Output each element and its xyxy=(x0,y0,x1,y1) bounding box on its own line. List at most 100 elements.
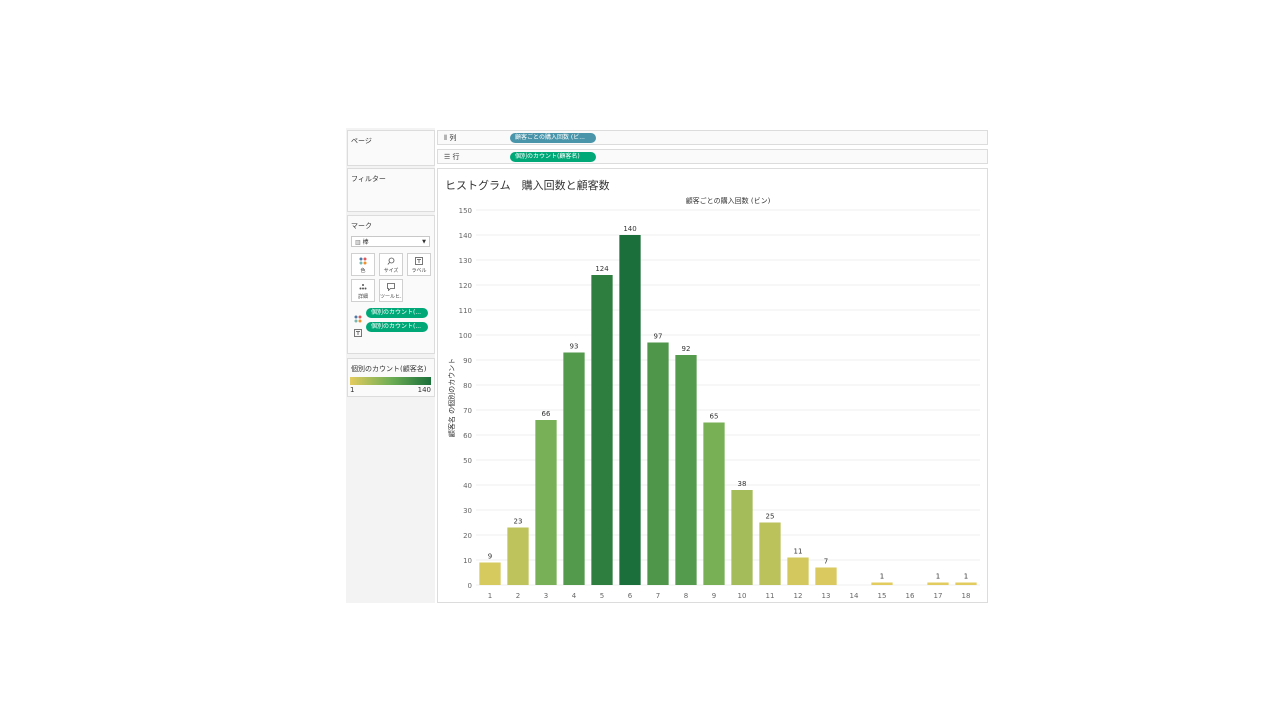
marks-title: マーク xyxy=(351,222,372,230)
y-tick-label: 40 xyxy=(463,482,472,490)
x-tick-label-8: 8 xyxy=(684,592,688,600)
chart-title: 顧客ごとの購入回数 (ビン) xyxy=(686,196,771,205)
x-tick-label-11: 11 xyxy=(766,592,775,600)
data-label-11: 25 xyxy=(766,513,775,521)
rows-pill[interactable]: 個別のカウント(顧客名) xyxy=(510,152,596,162)
y-tick-label: 60 xyxy=(463,432,472,440)
bar-17 xyxy=(927,582,949,585)
data-label-13: 7 xyxy=(824,558,828,566)
bar-13 xyxy=(815,567,837,585)
x-tick-label-5: 5 xyxy=(600,592,604,600)
y-tick-label: 10 xyxy=(463,557,472,565)
data-label-15: 1 xyxy=(880,573,884,581)
size-button[interactable]: サイズ xyxy=(379,253,403,276)
size-icon xyxy=(380,257,402,267)
x-tick-label-6: 6 xyxy=(628,592,633,600)
x-tick-label-7: 7 xyxy=(656,592,660,600)
x-tick-label-16: 16 xyxy=(906,592,915,600)
rows-shelf-label: 行 xyxy=(452,153,460,161)
data-label-18: 1 xyxy=(964,573,968,581)
x-tick-label-4: 4 xyxy=(572,592,577,600)
x-tick-label-17: 17 xyxy=(934,592,943,600)
mark-type-label: 棒 xyxy=(362,239,369,246)
color-button-label: 色 xyxy=(360,268,366,274)
columns-shelf-label: 列 xyxy=(449,134,457,142)
columns-icon: ⦀ xyxy=(444,134,448,142)
data-label-2: 23 xyxy=(514,518,523,526)
y-axis-label: 顧客名 の個別のカウント xyxy=(447,358,456,437)
y-tick-label: 100 xyxy=(459,332,472,340)
bar-8 xyxy=(675,355,697,585)
data-label-10: 38 xyxy=(738,480,747,488)
data-label-4: 93 xyxy=(570,343,579,351)
marks-card: マーク ▥ 棒 ▼ 色 サイズ ラベル 詳細 ツールヒ. 個別のカウント(...… xyxy=(347,215,435,354)
y-tick-label: 110 xyxy=(459,307,472,315)
label-icon xyxy=(354,322,362,341)
x-tick-label-15: 15 xyxy=(878,592,887,600)
bar-3 xyxy=(535,420,557,585)
bar-15 xyxy=(871,582,893,585)
bar-18 xyxy=(955,582,977,585)
bar-6 xyxy=(619,235,641,585)
y-tick-label: 120 xyxy=(459,282,472,290)
chart-view: ヒストグラム 購入回数と顧客数 0 10 20 30 40 50 60 70 80 90 100 11… xyxy=(437,168,988,603)
filters-card[interactable]: フィルター xyxy=(347,168,435,212)
marks-field-label[interactable]: 個別のカウント(... xyxy=(366,322,428,332)
label-button-label: ラベル xyxy=(411,268,427,274)
y-tick-label: 50 xyxy=(463,457,472,465)
x-tick-label-2: 2 xyxy=(516,592,520,600)
label-icon xyxy=(408,257,430,267)
tooltip-button[interactable]: ツールヒ... xyxy=(379,279,403,302)
bar-9 xyxy=(703,422,725,585)
bar-7 xyxy=(647,342,669,585)
label-button[interactable]: ラベル xyxy=(407,253,431,276)
tooltip-button-label: ツールヒ... xyxy=(380,294,402,300)
y-tick-label: 130 xyxy=(459,257,472,265)
legend-color-ramp xyxy=(350,377,431,385)
columns-pill[interactable]: 顧客ごとの購入回数 (ビ... xyxy=(510,133,596,143)
legend-title: 個別のカウント(顧客名) xyxy=(351,365,427,373)
y-tick-label: 20 xyxy=(463,532,472,540)
pages-title: ページ xyxy=(351,137,372,145)
data-label-7: 97 xyxy=(654,333,663,341)
x-tick-label-13: 13 xyxy=(822,592,831,600)
bar-5 xyxy=(591,275,613,585)
data-label-9: 65 xyxy=(710,413,719,421)
y-tick-label: 150 xyxy=(459,207,472,215)
x-tick-label-3: 3 xyxy=(544,592,548,600)
y-tick-label: 30 xyxy=(463,507,472,515)
data-label-1: 9 xyxy=(488,553,492,561)
bar-1 xyxy=(479,562,501,585)
columns-shelf[interactable]: ⦀ 列 顧客ごとの購入回数 (ビ... xyxy=(437,130,988,145)
tooltip-icon xyxy=(380,283,402,293)
x-tick-label-9: 9 xyxy=(712,592,716,600)
legend-max-label: 140 xyxy=(417,386,431,394)
marks-field-color[interactable]: 個別のカウント(... xyxy=(366,308,428,318)
mark-type-dropdown[interactable]: ▥ 棒 ▼ xyxy=(351,236,430,247)
color-dots-icon xyxy=(352,257,374,267)
chevron-down-icon: ▼ xyxy=(422,239,426,245)
pages-card[interactable]: ページ xyxy=(347,130,435,166)
data-label-8: 92 xyxy=(682,345,691,353)
x-tick-label-14: 14 xyxy=(850,592,859,600)
detail-button-label: 詳細 xyxy=(357,294,368,300)
color-legend[interactable]: 個別のカウント(顧客名) 1 140 xyxy=(347,358,435,397)
color-button[interactable]: 色 xyxy=(351,253,375,276)
data-label-12: 11 xyxy=(794,548,803,556)
left-panel: ページ フィルター マーク ▥ 棒 ▼ 色 サイズ ラベル 詳細 ツールヒ. 個… xyxy=(346,128,435,603)
x-tick-label-10: 10 xyxy=(738,592,747,600)
data-label-5: 124 xyxy=(595,265,609,273)
bar-10 xyxy=(731,490,753,585)
detail-button[interactable]: 詳細 xyxy=(351,279,375,302)
y-tick-label: 80 xyxy=(463,382,472,390)
data-label-17: 1 xyxy=(936,573,940,581)
y-tick-label: 70 xyxy=(463,407,472,415)
bar-11 xyxy=(759,522,781,585)
bar-12 xyxy=(787,557,809,585)
y-tick-label: 90 xyxy=(463,357,472,365)
legend-min-label: 1 xyxy=(350,386,355,394)
filters-title: フィルター xyxy=(351,175,386,183)
tableau-workspace: ページ フィルター マーク ▥ 棒 ▼ 色 サイズ ラベル 詳細 ツールヒ. 個… xyxy=(346,128,989,603)
rows-shelf[interactable]: ☰ 行 個別のカウント(顧客名) xyxy=(437,149,988,164)
histogram-chart: 0102030405060708090100110120130140150顧客ご… xyxy=(447,196,980,600)
